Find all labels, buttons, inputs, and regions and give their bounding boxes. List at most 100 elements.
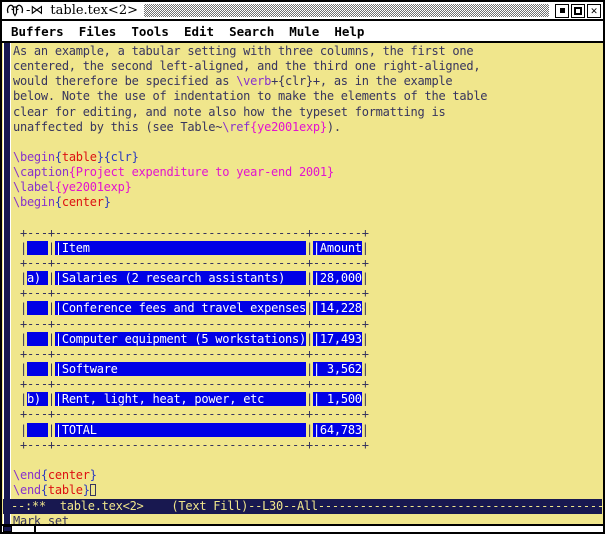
buffer-line: +---+-----------------------------------…: [13, 377, 601, 392]
buffer-line: +---+-----------------------------------…: [13, 407, 601, 422]
text-segment: |: [13, 332, 27, 346]
text-segment: |: [48, 362, 55, 376]
text-segment: unaffected by this (see Table~: [13, 120, 222, 134]
text-segment: table: [48, 483, 83, 497]
text-segment: |: [362, 423, 369, 437]
text-segment: \verb: [236, 74, 271, 88]
text-segment: {ye2001exp}: [55, 180, 132, 194]
minimize-button[interactable]: [555, 4, 569, 18]
text-segment: +---+-----------------------------------…: [13, 347, 369, 361]
text-segment: |: [13, 392, 27, 406]
window-buttons: ✕: [555, 4, 601, 18]
table-cell-highlight: [27, 332, 48, 346]
text-segment: {: [41, 483, 48, 497]
scrollbar[interactable]: [3, 43, 11, 528]
table-cell-highlight: |Salaries (2 research assistants): [55, 271, 306, 285]
maximize-button[interactable]: [571, 4, 585, 18]
menu-item-mule[interactable]: Mule: [289, 24, 319, 39]
buffer-line: +---+-----------------------------------…: [13, 256, 601, 271]
text-segment: +{clr}+, as in the example: [271, 74, 452, 88]
buffer-line: \end{center}: [13, 468, 601, 483]
text-segment: |: [48, 392, 55, 406]
text-segment: }: [90, 468, 97, 482]
text-segment: would therefore be specified as: [13, 74, 236, 88]
maximize-icon: [574, 7, 582, 15]
buffer-line: +---+-----------------------------------…: [13, 438, 601, 453]
table-cell-highlight: |TOTAL: [55, 423, 306, 437]
title-stipple-texture[interactable]: [144, 4, 549, 17]
text-segment: \caption: [13, 165, 69, 179]
buffer-line: As an example, a tabular setting with th…: [13, 44, 601, 59]
buffer-line: below. Note the use of indentation to ma…: [13, 89, 601, 104]
buffer-area[interactable]: As an example, a tabular setting with th…: [2, 43, 603, 528]
menu-item-edit[interactable]: Edit: [184, 24, 214, 39]
text-segment: {: [55, 195, 62, 209]
text-segment: As an example, a tabular setting with th…: [13, 44, 473, 58]
buffer-line: [13, 135, 601, 150]
buffer-line: \label{ye2001exp}: [13, 180, 601, 195]
text-segment: +---+-----------------------------------…: [13, 377, 369, 391]
text-segment: +---+-----------------------------------…: [13, 407, 369, 421]
text-segment: |: [306, 392, 313, 406]
buffer-text[interactable]: As an example, a tabular setting with th…: [13, 44, 601, 498]
menu-item-search[interactable]: Search: [229, 24, 274, 39]
table-cell-highlight: |17,493: [313, 332, 362, 346]
table-cell-highlight: [27, 423, 48, 437]
menu-item-tools[interactable]: Tools: [131, 24, 169, 39]
mode-line[interactable]: --:** table.tex<2> (Text Fill)--L30--All…: [3, 499, 602, 514]
text-segment: \ref: [222, 120, 250, 134]
buffer-line: +---+-----------------------------------…: [13, 347, 601, 362]
table-cell-highlight: b): [27, 392, 48, 406]
text-segment: }{clr}: [97, 150, 139, 164]
buffer-line: | ||TOTAL ||64,783|: [13, 423, 601, 438]
window-title: table.tex<2>: [50, 3, 138, 18]
buffer-line: [13, 453, 601, 468]
text-segment: |: [362, 392, 369, 406]
text-segment: |: [362, 271, 369, 285]
buffer-line: | ||Software || 3,562|: [13, 362, 601, 377]
text-segment: +---+-----------------------------------…: [13, 226, 369, 240]
text-segment: \begin: [13, 195, 55, 209]
emacs-gnu-icon: [5, 1, 25, 21]
text-segment: {: [41, 468, 48, 482]
text-segment: \begin: [13, 150, 55, 164]
emacs-window: -⋈ table.tex<2> ✕ Buffers Files Tools Edit S…: [0, 0, 605, 534]
text-segment: table: [62, 150, 97, 164]
menu-item-help[interactable]: Help: [334, 24, 364, 39]
text-segment: |: [13, 301, 27, 315]
table-cell-highlight: |64,783: [313, 423, 362, 437]
text-segment: ).: [327, 120, 341, 134]
text-segment: |: [362, 332, 369, 346]
menu-item-files[interactable]: Files: [79, 24, 117, 39]
text-segment: \end: [13, 483, 41, 497]
close-button[interactable]: ✕: [587, 4, 601, 18]
text-segment: {ye2001exp}: [250, 120, 327, 134]
text-segment: |: [13, 362, 27, 376]
text-segment: center: [62, 195, 104, 209]
menu-bar: Buffers Files Tools Edit Search Mule Help: [2, 21, 603, 43]
frame-tick: [34, 526, 36, 532]
buffer-line: \caption{Project expenditure to year-end…: [13, 165, 601, 180]
minimize-icon: [560, 8, 565, 13]
buffer-line: \end{table}: [13, 483, 601, 498]
table-cell-highlight: [27, 301, 48, 315]
text-segment: |: [13, 423, 27, 437]
buffer-line: | ||Item ||Amount|: [13, 241, 601, 256]
text-segment: |: [306, 241, 313, 255]
text-segment: \end: [13, 468, 41, 482]
text-segment: {Project expenditure to year-end 2001}: [69, 165, 334, 179]
text-segment: |: [306, 362, 313, 376]
buffer-line: |b) ||Rent, light, heat, power, etc || 1…: [13, 392, 601, 407]
table-cell-highlight: | 3,562: [313, 362, 362, 376]
title-bar[interactable]: -⋈ table.tex<2> ✕: [2, 2, 603, 21]
buffer-line: \begin{center}: [13, 195, 601, 210]
menu-item-buffers[interactable]: Buffers: [11, 24, 64, 39]
text-segment: |: [306, 301, 313, 315]
text-segment: |: [306, 423, 313, 437]
text-segment: |: [362, 241, 369, 255]
table-cell-highlight: |Software: [55, 362, 306, 376]
buffer-line: clear for editing, and note also how the…: [13, 105, 601, 120]
table-cell-highlight: |Amount: [313, 241, 362, 255]
text-segment: +---+-----------------------------------…: [13, 317, 369, 331]
frame-corner-box: [3, 526, 12, 532]
